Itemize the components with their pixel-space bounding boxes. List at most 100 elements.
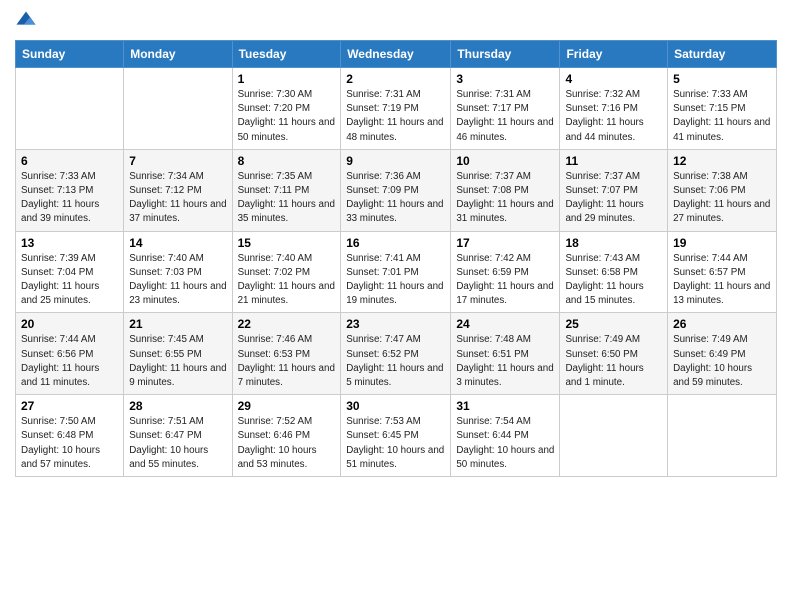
day-number: 8 — [238, 154, 336, 168]
day-header-thursday: Thursday — [451, 41, 560, 68]
day-number: 25 — [565, 317, 662, 331]
day-info: Sunrise: 7:45 AM Sunset: 6:55 PM Dayligh… — [129, 333, 226, 390]
calendar-cell: 23 Sunrise: 7:47 AM Sunset: 6:52 PM Dayli… — [341, 313, 451, 395]
logo-icon — [15, 10, 37, 32]
day-number: 7 — [129, 154, 226, 168]
day-info: Sunrise: 7:32 AM Sunset: 7:16 PM Dayligh… — [565, 88, 662, 145]
calendar-cell: 4 Sunrise: 7:32 AM Sunset: 7:16 PM Daylig… — [560, 68, 668, 150]
day-header-monday: Monday — [124, 41, 232, 68]
day-info: Sunrise: 7:54 AM Sunset: 6:44 PM Dayligh… — [456, 415, 554, 472]
calendar-cell: 9 Sunrise: 7:36 AM Sunset: 7:09 PM Daylig… — [341, 149, 451, 231]
day-number: 22 — [238, 317, 336, 331]
day-number: 29 — [238, 399, 336, 413]
calendar-cell: 28 Sunrise: 7:51 AM Sunset: 6:47 PM Dayli… — [124, 395, 232, 477]
calendar-cell: 16Sunrise: 7:41 AM Sunset: 7:01 PM Dayli… — [341, 231, 451, 313]
day-number: 28 — [129, 399, 226, 413]
day-header-saturday: Saturday — [668, 41, 777, 68]
day-number: 20 — [21, 317, 118, 331]
calendar-cell — [560, 395, 668, 477]
day-info: Sunrise: 7:37 AM Sunset: 7:07 PM Dayligh… — [565, 170, 662, 227]
day-info: Sunrise: 7:30 AM Sunset: 7:20 PM Dayligh… — [238, 88, 336, 145]
day-number: 13 — [21, 236, 118, 250]
calendar-cell: 21 Sunrise: 7:45 AM Sunset: 6:55 PM Dayli… — [124, 313, 232, 395]
calendar-cell: 20 Sunrise: 7:44 AM Sunset: 6:56 PM Dayli… — [16, 313, 124, 395]
calendar-cell: 31Sunrise: 7:54 AM Sunset: 6:44 PM Dayli… — [451, 395, 560, 477]
calendar-cell — [124, 68, 232, 150]
logo — [15, 10, 39, 32]
day-number: 6 — [21, 154, 118, 168]
calendar: SundayMondayTuesdayWednesdayThursdayFrid… — [15, 40, 777, 477]
header — [15, 10, 777, 32]
calendar-cell: 26 Sunrise: 7:49 AM Sunset: 6:49 PM Dayli… — [668, 313, 777, 395]
day-info: Sunrise: 7:44 AM Sunset: 6:56 PM Dayligh… — [21, 333, 118, 390]
calendar-cell: 10 Sunrise: 7:37 AM Sunset: 7:08 PM Dayli… — [451, 149, 560, 231]
calendar-cell: 13 Sunrise: 7:39 AM Sunset: 7:04 PM Dayli… — [16, 231, 124, 313]
day-header-sunday: Sunday — [16, 41, 124, 68]
day-number: 19 — [673, 236, 771, 250]
day-number: 23 — [346, 317, 445, 331]
day-number: 10 — [456, 154, 554, 168]
day-info: Sunrise: 7:40 AM Sunset: 7:02 PM Dayligh… — [238, 252, 336, 309]
calendar-cell: 14 Sunrise: 7:40 AM Sunset: 7:03 PM Dayli… — [124, 231, 232, 313]
day-number: 5 — [673, 72, 771, 86]
day-info: Sunrise: 7:53 AM Sunset: 6:45 PM Dayligh… — [346, 415, 445, 472]
day-number: 26 — [673, 317, 771, 331]
day-number: 2 — [346, 72, 445, 86]
day-info: Sunrise: 7:36 AM Sunset: 7:09 PM Dayligh… — [346, 170, 445, 227]
day-info: Sunrise: 7:41 AM Sunset: 7:01 PM Dayligh… — [346, 252, 445, 309]
day-info: Sunrise: 7:52 AM Sunset: 6:46 PM Dayligh… — [238, 415, 336, 472]
day-number: 3 — [456, 72, 554, 86]
day-info: Sunrise: 7:38 AM Sunset: 7:06 PM Dayligh… — [673, 170, 771, 227]
calendar-cell: 1 Sunrise: 7:30 AM Sunset: 7:20 PM Daylig… — [232, 68, 341, 150]
day-number: 9 — [346, 154, 445, 168]
day-number: 24 — [456, 317, 554, 331]
calendar-cell: 8Sunrise: 7:35 AM Sunset: 7:11 PM Daylig… — [232, 149, 341, 231]
day-info: Sunrise: 7:37 AM Sunset: 7:08 PM Dayligh… — [456, 170, 554, 227]
day-info: Sunrise: 7:33 AM Sunset: 7:15 PM Dayligh… — [673, 88, 771, 145]
calendar-cell: 19 Sunrise: 7:44 AM Sunset: 6:57 PM Dayli… — [668, 231, 777, 313]
day-info: Sunrise: 7:49 AM Sunset: 6:49 PM Dayligh… — [673, 333, 771, 390]
calendar-cell: 17Sunrise: 7:42 AM Sunset: 6:59 PM Dayli… — [451, 231, 560, 313]
day-info: Sunrise: 7:31 AM Sunset: 7:19 PM Dayligh… — [346, 88, 445, 145]
calendar-cell: 25 Sunrise: 7:49 AM Sunset: 6:50 PM Dayli… — [560, 313, 668, 395]
calendar-week-5: 27Sunrise: 7:50 AM Sunset: 6:48 PM Dayli… — [16, 395, 777, 477]
day-info: Sunrise: 7:51 AM Sunset: 6:47 PM Dayligh… — [129, 415, 226, 472]
calendar-cell — [668, 395, 777, 477]
calendar-cell: 12 Sunrise: 7:38 AM Sunset: 7:06 PM Dayli… — [668, 149, 777, 231]
day-info: Sunrise: 7:46 AM Sunset: 6:53 PM Dayligh… — [238, 333, 336, 390]
day-number: 21 — [129, 317, 226, 331]
day-info: Sunrise: 7:50 AM Sunset: 6:48 PM Dayligh… — [21, 415, 118, 472]
day-number: 4 — [565, 72, 662, 86]
day-info: Sunrise: 7:43 AM Sunset: 6:58 PM Dayligh… — [565, 252, 662, 309]
day-info: Sunrise: 7:39 AM Sunset: 7:04 PM Dayligh… — [21, 252, 118, 309]
calendar-cell: 3 Sunrise: 7:31 AM Sunset: 7:17 PM Daylig… — [451, 68, 560, 150]
day-info: Sunrise: 7:47 AM Sunset: 6:52 PM Dayligh… — [346, 333, 445, 390]
day-number: 30 — [346, 399, 445, 413]
calendar-cell: 22 Sunrise: 7:46 AM Sunset: 6:53 PM Dayli… — [232, 313, 341, 395]
calendar-cell: 6 Sunrise: 7:33 AM Sunset: 7:13 PM Daylig… — [16, 149, 124, 231]
calendar-cell — [16, 68, 124, 150]
calendar-week-4: 20 Sunrise: 7:44 AM Sunset: 6:56 PM Dayli… — [16, 313, 777, 395]
day-info: Sunrise: 7:33 AM Sunset: 7:13 PM Dayligh… — [21, 170, 118, 227]
calendar-cell: 11Sunrise: 7:37 AM Sunset: 7:07 PM Dayli… — [560, 149, 668, 231]
calendar-header-row: SundayMondayTuesdayWednesdayThursdayFrid… — [16, 41, 777, 68]
day-header-wednesday: Wednesday — [341, 41, 451, 68]
day-number: 1 — [238, 72, 336, 86]
calendar-cell: 7Sunrise: 7:34 AM Sunset: 7:12 PM Daylig… — [124, 149, 232, 231]
day-number: 18 — [565, 236, 662, 250]
day-info: Sunrise: 7:42 AM Sunset: 6:59 PM Dayligh… — [456, 252, 554, 309]
calendar-week-1: 1 Sunrise: 7:30 AM Sunset: 7:20 PM Daylig… — [16, 68, 777, 150]
day-number: 14 — [129, 236, 226, 250]
day-info: Sunrise: 7:48 AM Sunset: 6:51 PM Dayligh… — [456, 333, 554, 390]
day-number: 15 — [238, 236, 336, 250]
day-info: Sunrise: 7:40 AM Sunset: 7:03 PM Dayligh… — [129, 252, 226, 309]
calendar-week-3: 13 Sunrise: 7:39 AM Sunset: 7:04 PM Dayli… — [16, 231, 777, 313]
calendar-cell: 27Sunrise: 7:50 AM Sunset: 6:48 PM Dayli… — [16, 395, 124, 477]
day-info: Sunrise: 7:44 AM Sunset: 6:57 PM Dayligh… — [673, 252, 771, 309]
day-info: Sunrise: 7:31 AM Sunset: 7:17 PM Dayligh… — [456, 88, 554, 145]
page: SundayMondayTuesdayWednesdayThursdayFrid… — [0, 0, 792, 492]
calendar-cell: 30 Sunrise: 7:53 AM Sunset: 6:45 PM Dayli… — [341, 395, 451, 477]
day-info: Sunrise: 7:49 AM Sunset: 6:50 PM Dayligh… — [565, 333, 662, 390]
day-number: 12 — [673, 154, 771, 168]
day-header-friday: Friday — [560, 41, 668, 68]
